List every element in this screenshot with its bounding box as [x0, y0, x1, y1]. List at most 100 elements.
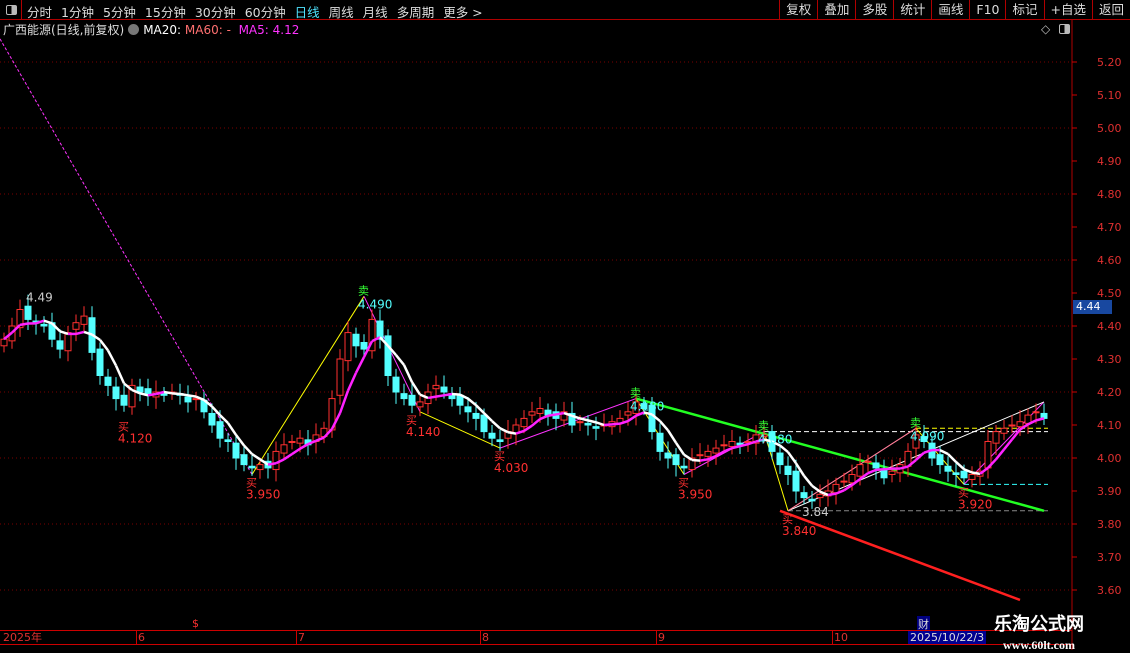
- ma-segment: [692, 460, 700, 461]
- ma-segment: [284, 454, 292, 459]
- y-tick-label: 4.00: [1097, 452, 1122, 465]
- y-tick-label: 4.80: [1097, 188, 1122, 201]
- ma-segment: [596, 422, 604, 425]
- ma-segment: [348, 373, 356, 391]
- ma-segment: [540, 416, 548, 419]
- price-annotation: 3.84: [802, 505, 829, 519]
- candle-down: [361, 343, 367, 350]
- current-price-marker: 4.44: [1073, 300, 1112, 314]
- candle-up: [857, 465, 863, 477]
- signal-mark: 卖: [358, 284, 369, 297]
- dividend-tag[interactable]: $: [192, 617, 199, 630]
- y-tick-label: 4.90: [1097, 155, 1122, 168]
- x-axis-label: 9: [656, 631, 665, 644]
- ma-segment: [292, 449, 300, 454]
- price-annotation: 3.840: [782, 524, 816, 538]
- y-tick-label: 4.50: [1097, 287, 1122, 300]
- selected-date: 2025/10/22/3: [908, 631, 986, 644]
- candle-down: [793, 471, 799, 491]
- candle-down: [489, 433, 495, 438]
- ma-segment: [148, 394, 156, 395]
- candle-down: [409, 395, 415, 405]
- watermark-url: www.60lt.com: [994, 638, 1084, 653]
- ma-segment: [108, 350, 116, 365]
- candle-up: [969, 475, 975, 480]
- candle-down: [241, 455, 247, 465]
- candle-down: [465, 407, 471, 412]
- ma-segment: [1036, 418, 1044, 420]
- candle-down: [593, 427, 599, 429]
- candle-down: [953, 473, 959, 475]
- ma-segment: [868, 470, 876, 473]
- ma-segment: [444, 394, 452, 395]
- candle-up: [721, 445, 727, 446]
- candle-down: [209, 413, 215, 425]
- x-axis-label: 8: [480, 631, 489, 644]
- ma-segment: [500, 428, 508, 432]
- watermark-title: 乐淘公式网: [994, 610, 1084, 636]
- price-annotation: 4.090: [910, 429, 944, 443]
- candle-down: [657, 433, 663, 451]
- ma-segment: [60, 331, 68, 334]
- ma-segment: [188, 395, 196, 396]
- candle-up: [1, 339, 7, 346]
- y-tick-label: 3.70: [1097, 551, 1122, 564]
- ma-segment: [668, 430, 676, 443]
- y-tick-label: 4.10: [1097, 419, 1122, 432]
- ma-segment: [876, 469, 884, 470]
- candle-down: [497, 440, 503, 442]
- candle-up: [993, 432, 999, 444]
- ma-segment: [44, 321, 52, 324]
- candle-up: [713, 448, 719, 453]
- ma-segment: [684, 455, 692, 460]
- candle-up: [337, 359, 343, 395]
- ma-segment: [164, 392, 172, 393]
- y-tick-label: 4.20: [1097, 386, 1122, 399]
- candle-down: [377, 321, 383, 339]
- ma-segment: [972, 473, 980, 474]
- y-tick-label: 3.90: [1097, 485, 1122, 498]
- candle-up: [865, 461, 871, 462]
- x-axis-label: 10: [832, 631, 848, 644]
- candle-down: [809, 499, 815, 501]
- ma-segment: [468, 399, 476, 406]
- candle-up: [65, 333, 71, 351]
- candle-down: [881, 470, 887, 478]
- candle-down: [481, 415, 487, 432]
- candlestick-chart[interactable]: 5.205.105.004.904.804.704.604.504.404.30…: [0, 0, 1130, 650]
- candle-up: [273, 451, 279, 469]
- candle-up: [577, 422, 583, 423]
- candle-up: [729, 442, 735, 447]
- ma-segment: [788, 452, 796, 463]
- candle-down: [249, 466, 255, 468]
- candle-up: [849, 475, 855, 483]
- y-tick-label: 5.00: [1097, 122, 1122, 135]
- candle-up: [417, 402, 423, 407]
- candle-down: [185, 397, 191, 402]
- candle-down: [41, 324, 47, 326]
- ma-segment: [116, 366, 124, 384]
- x-axis-label: 6: [136, 631, 145, 644]
- x-axis-label: 2025年: [2, 631, 42, 644]
- candle-down: [25, 306, 31, 319]
- candle-down: [441, 387, 447, 392]
- ma-segment: [548, 414, 556, 415]
- candle-up: [1033, 412, 1039, 413]
- candle-down: [57, 341, 63, 349]
- candle-down: [225, 440, 231, 442]
- ma-segment: [268, 463, 276, 464]
- y-tick-label: 4.60: [1097, 254, 1122, 267]
- ma-segment: [884, 469, 892, 470]
- price-annotation: 3.950: [246, 488, 280, 502]
- ma-segment: [492, 421, 500, 428]
- y-tick-label: 4.40: [1097, 320, 1122, 333]
- signal-mark: 卖: [758, 420, 769, 433]
- candle-up: [529, 412, 535, 415]
- candle-down: [233, 443, 239, 458]
- ma-segment: [804, 476, 812, 486]
- ma-segment: [588, 420, 596, 422]
- ma-segment: [948, 454, 956, 462]
- candle-up: [81, 316, 87, 324]
- y-tick-label: 4.70: [1097, 221, 1122, 234]
- candle-down: [585, 423, 591, 425]
